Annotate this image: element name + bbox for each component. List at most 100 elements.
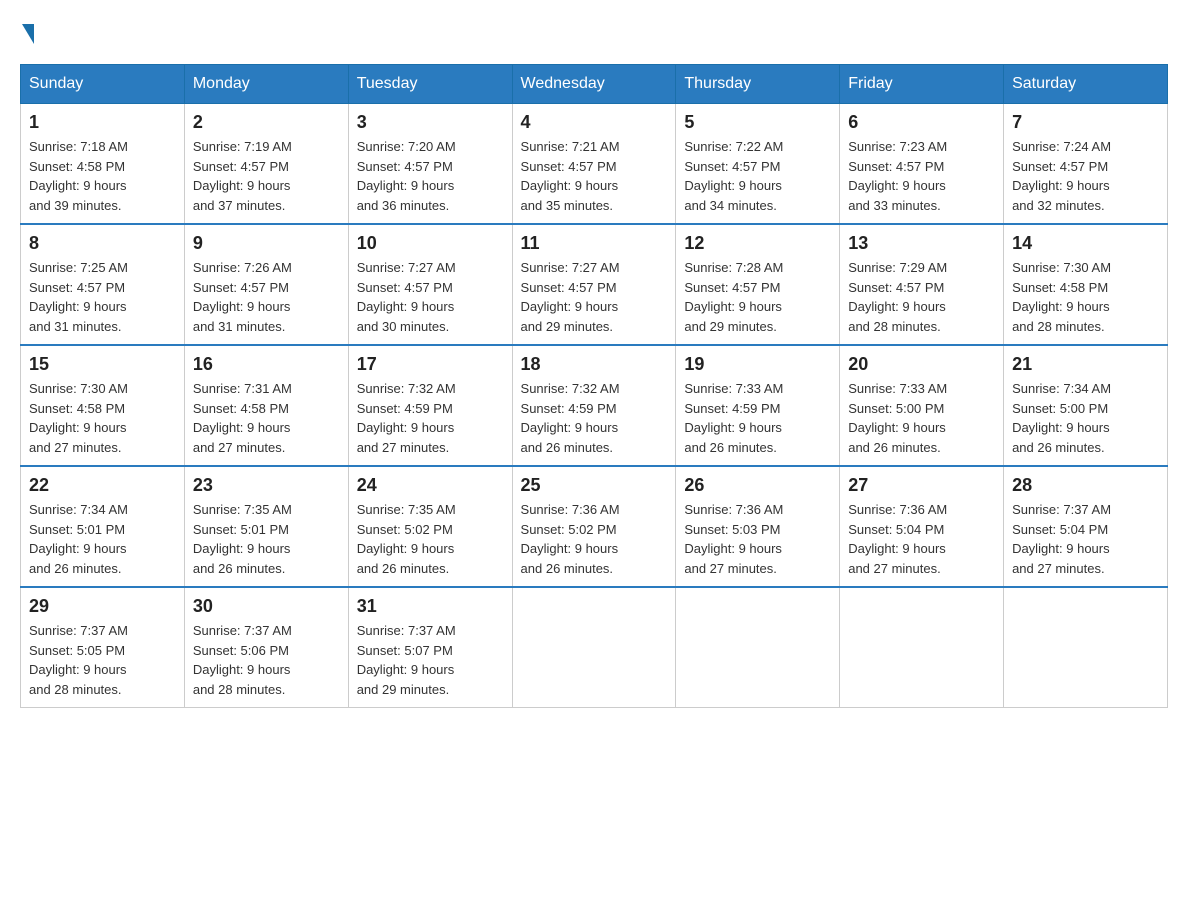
table-row: 9 Sunrise: 7:26 AM Sunset: 4:57 PM Dayli…: [184, 224, 348, 345]
day-number: 27: [848, 475, 995, 496]
day-info: Sunrise: 7:25 AM Sunset: 4:57 PM Dayligh…: [29, 258, 176, 336]
day-info: Sunrise: 7:33 AM Sunset: 5:00 PM Dayligh…: [848, 379, 995, 457]
logo-arrow-icon: [22, 24, 34, 44]
day-number: 15: [29, 354, 176, 375]
day-info: Sunrise: 7:36 AM Sunset: 5:03 PM Dayligh…: [684, 500, 831, 578]
day-info: Sunrise: 7:30 AM Sunset: 4:58 PM Dayligh…: [1012, 258, 1159, 336]
day-info: Sunrise: 7:35 AM Sunset: 5:02 PM Dayligh…: [357, 500, 504, 578]
day-number: 16: [193, 354, 340, 375]
calendar-table: Sunday Monday Tuesday Wednesday Thursday…: [20, 64, 1168, 708]
table-row: 15 Sunrise: 7:30 AM Sunset: 4:58 PM Dayl…: [21, 345, 185, 466]
logo: [20, 20, 34, 44]
day-number: 25: [521, 475, 668, 496]
day-number: 12: [684, 233, 831, 254]
col-saturday: Saturday: [1004, 65, 1168, 104]
day-info: Sunrise: 7:31 AM Sunset: 4:58 PM Dayligh…: [193, 379, 340, 457]
calendar-header-row: Sunday Monday Tuesday Wednesday Thursday…: [21, 65, 1168, 104]
day-number: 14: [1012, 233, 1159, 254]
day-number: 22: [29, 475, 176, 496]
day-number: 13: [848, 233, 995, 254]
day-number: 9: [193, 233, 340, 254]
day-number: 26: [684, 475, 831, 496]
table-row: 11 Sunrise: 7:27 AM Sunset: 4:57 PM Dayl…: [512, 224, 676, 345]
day-info: Sunrise: 7:37 AM Sunset: 5:06 PM Dayligh…: [193, 621, 340, 699]
day-number: 29: [29, 596, 176, 617]
col-friday: Friday: [840, 65, 1004, 104]
day-info: Sunrise: 7:37 AM Sunset: 5:05 PM Dayligh…: [29, 621, 176, 699]
page-header: [20, 20, 1168, 44]
table-row: 30 Sunrise: 7:37 AM Sunset: 5:06 PM Dayl…: [184, 587, 348, 708]
day-number: 7: [1012, 112, 1159, 133]
table-row: 2 Sunrise: 7:19 AM Sunset: 4:57 PM Dayli…: [184, 104, 348, 225]
day-number: 11: [521, 233, 668, 254]
day-info: Sunrise: 7:20 AM Sunset: 4:57 PM Dayligh…: [357, 137, 504, 215]
table-row: 18 Sunrise: 7:32 AM Sunset: 4:59 PM Dayl…: [512, 345, 676, 466]
table-row: 3 Sunrise: 7:20 AM Sunset: 4:57 PM Dayli…: [348, 104, 512, 225]
day-info: Sunrise: 7:18 AM Sunset: 4:58 PM Dayligh…: [29, 137, 176, 215]
col-sunday: Sunday: [21, 65, 185, 104]
day-number: 3: [357, 112, 504, 133]
table-row: 4 Sunrise: 7:21 AM Sunset: 4:57 PM Dayli…: [512, 104, 676, 225]
day-info: Sunrise: 7:35 AM Sunset: 5:01 PM Dayligh…: [193, 500, 340, 578]
table-row: 28 Sunrise: 7:37 AM Sunset: 5:04 PM Dayl…: [1004, 466, 1168, 587]
day-number: 19: [684, 354, 831, 375]
table-row: 19 Sunrise: 7:33 AM Sunset: 4:59 PM Dayl…: [676, 345, 840, 466]
day-info: Sunrise: 7:22 AM Sunset: 4:57 PM Dayligh…: [684, 137, 831, 215]
day-info: Sunrise: 7:32 AM Sunset: 4:59 PM Dayligh…: [357, 379, 504, 457]
day-info: Sunrise: 7:36 AM Sunset: 5:02 PM Dayligh…: [521, 500, 668, 578]
day-info: Sunrise: 7:27 AM Sunset: 4:57 PM Dayligh…: [357, 258, 504, 336]
table-row: 1 Sunrise: 7:18 AM Sunset: 4:58 PM Dayli…: [21, 104, 185, 225]
day-info: Sunrise: 7:28 AM Sunset: 4:57 PM Dayligh…: [684, 258, 831, 336]
table-row: 26 Sunrise: 7:36 AM Sunset: 5:03 PM Dayl…: [676, 466, 840, 587]
col-tuesday: Tuesday: [348, 65, 512, 104]
day-info: Sunrise: 7:32 AM Sunset: 4:59 PM Dayligh…: [521, 379, 668, 457]
day-info: Sunrise: 7:19 AM Sunset: 4:57 PM Dayligh…: [193, 137, 340, 215]
day-number: 2: [193, 112, 340, 133]
day-number: 1: [29, 112, 176, 133]
table-row: 23 Sunrise: 7:35 AM Sunset: 5:01 PM Dayl…: [184, 466, 348, 587]
day-info: Sunrise: 7:34 AM Sunset: 5:01 PM Dayligh…: [29, 500, 176, 578]
day-info: Sunrise: 7:27 AM Sunset: 4:57 PM Dayligh…: [521, 258, 668, 336]
day-number: 31: [357, 596, 504, 617]
day-info: Sunrise: 7:29 AM Sunset: 4:57 PM Dayligh…: [848, 258, 995, 336]
col-thursday: Thursday: [676, 65, 840, 104]
col-wednesday: Wednesday: [512, 65, 676, 104]
day-number: 28: [1012, 475, 1159, 496]
table-row: 20 Sunrise: 7:33 AM Sunset: 5:00 PM Dayl…: [840, 345, 1004, 466]
day-number: 6: [848, 112, 995, 133]
table-row: 7 Sunrise: 7:24 AM Sunset: 4:57 PM Dayli…: [1004, 104, 1168, 225]
table-row: 17 Sunrise: 7:32 AM Sunset: 4:59 PM Dayl…: [348, 345, 512, 466]
table-row: 10 Sunrise: 7:27 AM Sunset: 4:57 PM Dayl…: [348, 224, 512, 345]
day-number: 5: [684, 112, 831, 133]
table-row: 8 Sunrise: 7:25 AM Sunset: 4:57 PM Dayli…: [21, 224, 185, 345]
table-row: [1004, 587, 1168, 708]
calendar-week-row: 15 Sunrise: 7:30 AM Sunset: 4:58 PM Dayl…: [21, 345, 1168, 466]
table-row: [840, 587, 1004, 708]
table-row: 13 Sunrise: 7:29 AM Sunset: 4:57 PM Dayl…: [840, 224, 1004, 345]
calendar-week-row: 29 Sunrise: 7:37 AM Sunset: 5:05 PM Dayl…: [21, 587, 1168, 708]
day-number: 17: [357, 354, 504, 375]
day-info: Sunrise: 7:36 AM Sunset: 5:04 PM Dayligh…: [848, 500, 995, 578]
table-row: 14 Sunrise: 7:30 AM Sunset: 4:58 PM Dayl…: [1004, 224, 1168, 345]
day-number: 4: [521, 112, 668, 133]
table-row: 27 Sunrise: 7:36 AM Sunset: 5:04 PM Dayl…: [840, 466, 1004, 587]
day-info: Sunrise: 7:26 AM Sunset: 4:57 PM Dayligh…: [193, 258, 340, 336]
table-row: [512, 587, 676, 708]
table-row: 12 Sunrise: 7:28 AM Sunset: 4:57 PM Dayl…: [676, 224, 840, 345]
day-number: 20: [848, 354, 995, 375]
day-number: 8: [29, 233, 176, 254]
calendar-week-row: 8 Sunrise: 7:25 AM Sunset: 4:57 PM Dayli…: [21, 224, 1168, 345]
calendar-week-row: 1 Sunrise: 7:18 AM Sunset: 4:58 PM Dayli…: [21, 104, 1168, 225]
day-info: Sunrise: 7:21 AM Sunset: 4:57 PM Dayligh…: [521, 137, 668, 215]
table-row: 31 Sunrise: 7:37 AM Sunset: 5:07 PM Dayl…: [348, 587, 512, 708]
calendar-week-row: 22 Sunrise: 7:34 AM Sunset: 5:01 PM Dayl…: [21, 466, 1168, 587]
table-row: 25 Sunrise: 7:36 AM Sunset: 5:02 PM Dayl…: [512, 466, 676, 587]
day-info: Sunrise: 7:37 AM Sunset: 5:04 PM Dayligh…: [1012, 500, 1159, 578]
day-number: 10: [357, 233, 504, 254]
table-row: 16 Sunrise: 7:31 AM Sunset: 4:58 PM Dayl…: [184, 345, 348, 466]
col-monday: Monday: [184, 65, 348, 104]
day-info: Sunrise: 7:34 AM Sunset: 5:00 PM Dayligh…: [1012, 379, 1159, 457]
day-info: Sunrise: 7:23 AM Sunset: 4:57 PM Dayligh…: [848, 137, 995, 215]
day-number: 30: [193, 596, 340, 617]
table-row: 5 Sunrise: 7:22 AM Sunset: 4:57 PM Dayli…: [676, 104, 840, 225]
